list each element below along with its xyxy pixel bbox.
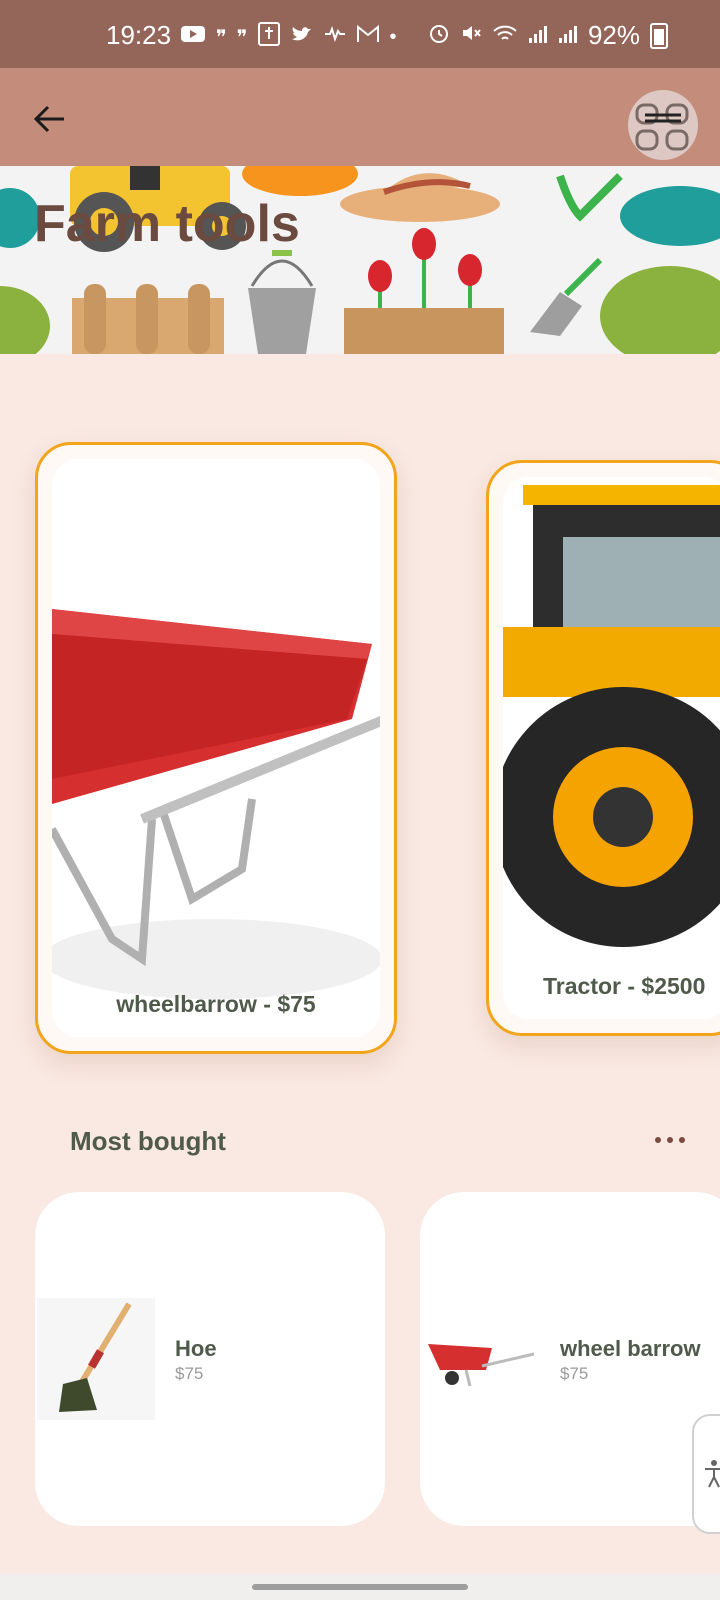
wheelbarrow-image [52, 459, 380, 1037]
notification-icons: ❞ ❞ • [180, 22, 397, 52]
product-card-tractor[interactable]: Tractor - $2500 [486, 460, 720, 1036]
hoe-thumbnail [37, 1298, 155, 1420]
page-title: Farm tools [34, 195, 300, 253]
section-title-most-bought: Most bought [70, 1126, 226, 1156]
dot-icon: • [389, 25, 397, 48]
home-gesture-pill[interactable] [252, 1584, 468, 1590]
hoe-image [37, 1298, 155, 1420]
wifi-icon [492, 20, 518, 51]
more-horizontal-icon [655, 1137, 661, 1143]
product-card-wheelbarrow[interactable]: wheelbarrow - $75 [35, 442, 397, 1054]
app-bar [0, 68, 720, 166]
status-bar: 19:23 ❞ ❞ • 92% [0, 0, 720, 68]
signal-icon [558, 20, 578, 51]
product-label: wheelbarrow - $75 [116, 991, 316, 1017]
quote-icon: ❞ [216, 26, 227, 49]
product-label: Tractor - $2500 [543, 973, 706, 999]
menu-icon [635, 103, 689, 151]
system-icons: 92% [428, 20, 668, 51]
quote-icon: ❞ [236, 26, 248, 49]
back-button[interactable] [26, 96, 72, 142]
item-name: Hoe [175, 1336, 217, 1361]
signal-icon [528, 20, 548, 51]
card-image-frame: Tractor - $2500 [503, 477, 720, 1019]
wheel-barrow-thumbnail [422, 1298, 540, 1420]
accessibility-icon [705, 1460, 720, 1488]
gmail-icon [356, 24, 380, 50]
most-bought-item-wheel-barrow[interactable]: wheel barrow $75 [420, 1192, 720, 1526]
status-time: 19:23 [106, 20, 172, 50]
more-options-button[interactable] [650, 1128, 690, 1152]
battery-icon [650, 22, 668, 49]
menu-button[interactable] [628, 90, 698, 160]
tractor-image [503, 477, 720, 977]
item-price: $75 [560, 1364, 589, 1383]
battery-level: 92% [587, 20, 640, 50]
mute-icon [460, 20, 482, 51]
item-name: wheel barrow [560, 1336, 701, 1361]
most-bought-item-hoe[interactable]: Hoe $75 [35, 1192, 385, 1526]
signal-wave-icon [324, 25, 346, 49]
hero-banner: Farm tools [0, 166, 720, 354]
accessibility-button[interactable] [692, 1414, 720, 1534]
youtube-icon [180, 24, 206, 50]
twitter-icon [290, 24, 314, 50]
arrow-left-icon [33, 105, 64, 133]
item-price: $75 [175, 1364, 204, 1383]
wheel-barrow-image [422, 1298, 540, 1420]
bible-icon [257, 22, 280, 52]
alarm-icon [428, 20, 450, 51]
card-image-frame: wheelbarrow - $75 [52, 459, 380, 1037]
